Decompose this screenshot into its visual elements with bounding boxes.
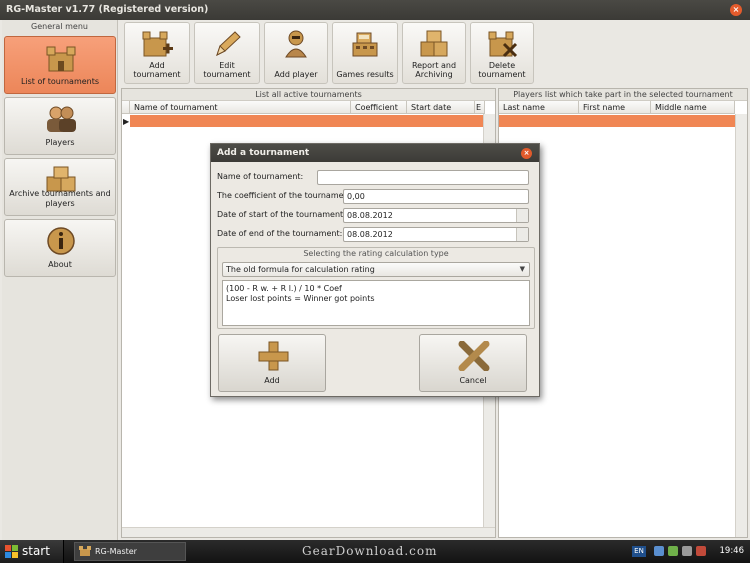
games-results-button[interactable]: Games results	[332, 22, 398, 84]
start-label: start	[22, 544, 50, 558]
chevron-down-icon: ▼	[519, 265, 525, 273]
window-titlebar: RG-Master v1.77 (Registered version) ×	[0, 0, 750, 20]
sidebar-item-label: About	[48, 260, 72, 269]
add-tournament-label: Add tournament	[133, 61, 181, 79]
end-date-label: Date of end of the tournament:	[217, 229, 343, 238]
formula-line-2: Loser lost points = Winner got points	[226, 294, 375, 303]
volume-icon[interactable]	[682, 546, 692, 556]
clock: 19:46	[719, 546, 745, 556]
start-date-input[interactable]: 08.08.2012	[343, 208, 529, 223]
players-panel-title: Players list which take part in the sele…	[499, 89, 747, 101]
tournaments-panel-title: List all active tournaments	[122, 89, 495, 101]
rating-type-group: Selecting the rating calculation type Th…	[217, 247, 535, 329]
watermark-text: GearDownload.com	[302, 544, 438, 558]
start-date-value: 08.08.2012	[347, 211, 393, 220]
tournaments-hscroll[interactable]	[122, 527, 495, 537]
players-icon	[47, 106, 76, 132]
column-header-middle-name[interactable]: Middle name	[651, 101, 735, 114]
column-header-coefficient[interactable]: Coefficient	[351, 101, 407, 114]
coefficient-input[interactable]: 0,00	[343, 189, 529, 204]
knight-player-icon	[285, 30, 307, 58]
window-close-button[interactable]: ×	[730, 4, 742, 16]
add-player-button[interactable]: Add player	[264, 22, 328, 84]
column-header-first-name[interactable]: First name	[579, 101, 651, 114]
end-date-dropdown[interactable]	[516, 228, 528, 241]
sidebar-item-label: Archive tournaments and players	[9, 189, 111, 208]
formula-line-1: (100 - R w. + R l.) / 10 * Coef	[226, 284, 342, 293]
table-row-selected[interactable]	[130, 115, 485, 127]
cancel-button[interactable]: Cancel	[419, 334, 527, 392]
column-header-end-date[interactable]: E	[475, 101, 485, 114]
dialog-title: Add a tournament	[217, 148, 310, 158]
boxes-icon	[420, 30, 448, 57]
taskbar-item-rg-master[interactable]: RG-Master	[74, 542, 186, 561]
castle-add-icon	[142, 31, 173, 57]
report-archiving-button[interactable]: Report and Archiving	[402, 22, 466, 84]
edit-tournament-label: Edit tournament	[203, 61, 251, 79]
rating-type-select[interactable]: The old formula for calculation rating ▼	[222, 262, 530, 277]
cancel-button-label: Cancel	[459, 376, 487, 385]
delete-tournament-button[interactable]: Delete tournament	[470, 22, 534, 84]
plus-icon	[258, 341, 289, 371]
rating-group-title: Selecting the rating calculation type	[303, 249, 449, 258]
column-header-name[interactable]: Name of tournament	[130, 101, 351, 114]
row-pointer-icon: ▶	[123, 117, 130, 126]
taskbar: start RG-Master GearDownload.com EN 19:4…	[0, 540, 750, 563]
tray-app-icon[interactable]	[668, 546, 678, 556]
sidebar-item-players[interactable]: Players	[4, 97, 116, 155]
windows-logo-icon	[5, 545, 18, 558]
sidebar-item-tournaments[interactable]: List of tournaments	[4, 36, 116, 94]
add-tournament-button[interactable]: Add tournament	[124, 22, 190, 84]
castle-delete-icon	[488, 31, 518, 58]
games-results-label: Games results	[336, 70, 394, 79]
rating-type-value: The old formula for calculation rating	[226, 265, 375, 274]
cross-icon	[458, 341, 490, 371]
cash-register-icon	[352, 32, 378, 57]
add-tournament-dialog: Add a tournament × Name of tournament: T…	[210, 143, 540, 397]
end-date-input[interactable]: 08.08.2012	[343, 227, 529, 242]
table-row-selected[interactable]	[499, 115, 735, 127]
add-player-label: Add player	[274, 70, 318, 79]
delete-tournament-label: Delete tournament	[478, 61, 526, 79]
name-label: Name of tournament:	[217, 172, 304, 181]
column-header-last-name[interactable]: Last name	[499, 101, 579, 114]
sidebar-header: General menu	[31, 22, 88, 31]
report-archiving-label: Report and Archiving	[411, 61, 457, 79]
players-vscroll[interactable]	[735, 114, 747, 537]
add-button[interactable]: Add	[218, 334, 326, 392]
pencil-icon	[216, 31, 241, 56]
app-icon	[79, 546, 91, 556]
network-icon[interactable]	[654, 546, 664, 556]
formula-description: (100 - R w. + R l.) / 10 * Coef Loser lo…	[222, 280, 530, 326]
start-date-label: Date of start of the tournament:	[217, 210, 346, 219]
coefficient-label: The coefficient of the tournament:	[217, 191, 355, 200]
info-icon	[47, 227, 75, 255]
column-header-start-date[interactable]: Start date	[407, 101, 475, 114]
dialog-titlebar: Add a tournament ×	[211, 144, 539, 162]
castle-icon	[46, 46, 76, 72]
system-tray: EN 19:46	[632, 540, 750, 563]
sidebar-item-archive[interactable]: Archive tournaments and players	[4, 158, 116, 216]
start-date-dropdown[interactable]	[516, 209, 528, 222]
sidebar-item-label: Players	[45, 138, 75, 147]
sidebar-item-about[interactable]: About	[4, 219, 116, 277]
window-title: RG-Master v1.77 (Registered version)	[6, 4, 209, 15]
row-indicator-header	[122, 101, 130, 114]
taskbar-item-label: RG-Master	[95, 547, 137, 556]
add-button-label: Add	[264, 376, 280, 385]
sidebar-item-label: List of tournaments	[20, 77, 100, 86]
dialog-close-button[interactable]: ×	[521, 148, 532, 159]
language-indicator[interactable]: EN	[632, 546, 646, 557]
sidebar: General menu List of tournaments Players	[2, 20, 118, 540]
edit-tournament-button[interactable]: Edit tournament	[194, 22, 260, 84]
start-button[interactable]: start	[0, 540, 64, 563]
security-icon[interactable]	[696, 546, 706, 556]
tournament-name-input[interactable]	[317, 170, 529, 185]
end-date-value: 08.08.2012	[347, 230, 393, 239]
